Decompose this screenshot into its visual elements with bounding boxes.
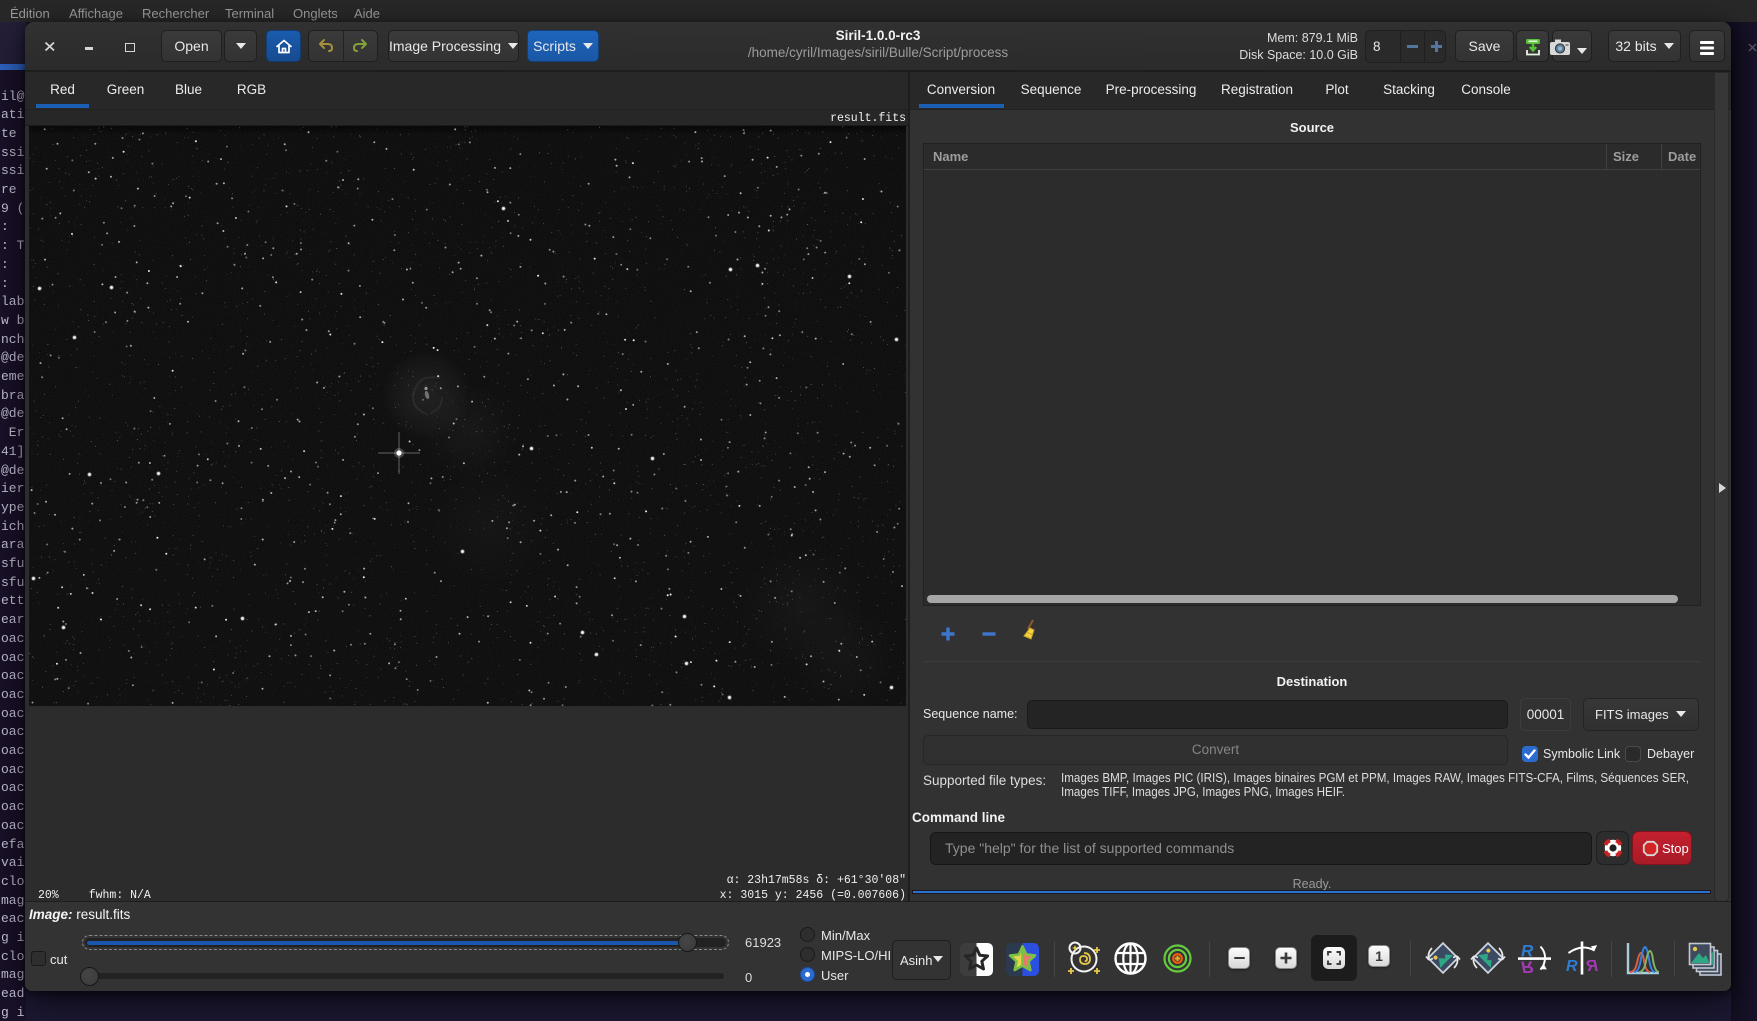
svg-text:R: R xyxy=(1566,958,1578,975)
svg-text:R: R xyxy=(1586,958,1598,975)
svg-text:R: R xyxy=(1521,958,1534,977)
